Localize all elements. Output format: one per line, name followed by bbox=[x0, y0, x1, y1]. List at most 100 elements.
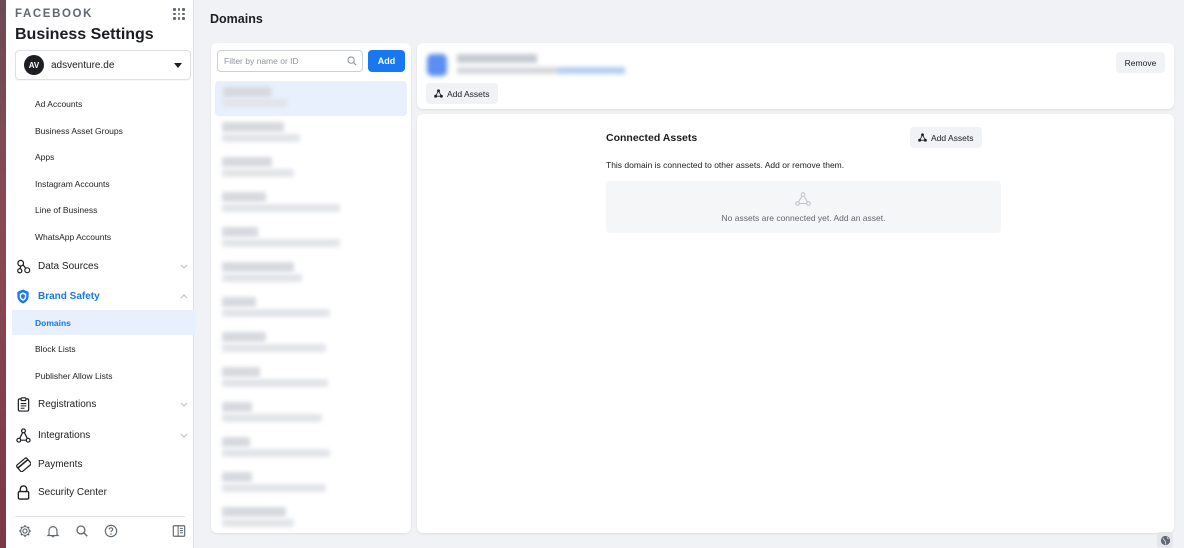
bell-icon[interactable] bbox=[45, 523, 61, 539]
redacted-text bbox=[222, 402, 252, 412]
globe-icon[interactable] bbox=[1157, 532, 1173, 548]
sidebar-item-apps[interactable]: Apps bbox=[35, 152, 54, 162]
caret-down-icon bbox=[174, 62, 182, 68]
page-title: Domains bbox=[210, 12, 263, 26]
list-item[interactable] bbox=[211, 396, 411, 431]
facebook-wordmark: FACEBOOK bbox=[15, 8, 93, 20]
sidebar-item-publisher-allow-lists[interactable]: Publisher Allow Lists bbox=[35, 371, 112, 381]
assets-icon bbox=[918, 133, 927, 142]
domain-logo bbox=[427, 54, 447, 76]
panel-toggle-icon[interactable] bbox=[171, 523, 187, 539]
redacted-text bbox=[222, 297, 256, 307]
clipboard-icon bbox=[15, 396, 31, 412]
redacted-text bbox=[222, 367, 260, 377]
app-grid-icon[interactable] bbox=[173, 8, 185, 20]
sidebar-item-security-center[interactable]: Security Center bbox=[15, 482, 189, 502]
sidebar-label-registrations: Registrations bbox=[38, 398, 97, 410]
redacted-text bbox=[222, 262, 294, 272]
connected-assets-description: This domain is connected to other assets… bbox=[606, 160, 845, 170]
account-avatar: AV bbox=[24, 55, 44, 75]
list-item[interactable] bbox=[211, 256, 411, 291]
redacted-text bbox=[222, 134, 300, 142]
sidebar-item-domains[interactable]: Domains bbox=[35, 318, 71, 328]
shield-icon bbox=[15, 288, 31, 304]
sidebar-label-data-sources: Data Sources bbox=[38, 260, 99, 272]
sidebar-label-security-center: Security Center bbox=[38, 486, 107, 498]
sidebar-label-payments: Payments bbox=[38, 458, 83, 470]
redacted-text bbox=[222, 472, 252, 482]
sidebar-divider bbox=[15, 516, 185, 517]
connected-assets-card: Connected Assets Add Assets This domain … bbox=[417, 114, 1174, 533]
redacted-text bbox=[222, 449, 330, 457]
chevron-down-icon bbox=[179, 261, 189, 271]
chevron-down-icon bbox=[179, 399, 189, 409]
add-domain-button[interactable]: Add bbox=[368, 50, 405, 72]
sidebar-label-brand-safety: Brand Safety bbox=[38, 290, 100, 302]
business-settings-title: Business Settings bbox=[15, 26, 154, 43]
connected-add-assets-label: Add Assets bbox=[931, 132, 974, 143]
brand-row: FACEBOOK bbox=[15, 6, 185, 22]
list-item[interactable] bbox=[211, 361, 411, 396]
chevron-up-icon bbox=[179, 291, 189, 301]
redacted-domain-name bbox=[457, 54, 537, 63]
list-item[interactable] bbox=[211, 291, 411, 326]
sidebar-item-whatsapp-accounts[interactable]: WhatsApp Accounts bbox=[35, 232, 111, 242]
empty-state: No assets are connected yet. Add an asse… bbox=[606, 181, 1001, 233]
list-item[interactable] bbox=[211, 221, 411, 256]
sidebar-item-line-of-business[interactable]: Line of Business bbox=[35, 205, 97, 215]
remove-button[interactable]: Remove bbox=[1116, 52, 1165, 73]
sidebar: FACEBOOK Business Settings AV adsventure… bbox=[6, 0, 195, 548]
redacted-text bbox=[222, 169, 294, 177]
redacted-text bbox=[222, 519, 294, 527]
list-item[interactable] bbox=[211, 431, 411, 466]
sidebar-item-data-sources[interactable]: Data Sources bbox=[15, 256, 189, 276]
help-icon[interactable] bbox=[103, 523, 119, 539]
domain-detail-header: Remove Add Assets bbox=[417, 43, 1174, 109]
search-icon[interactable] bbox=[74, 523, 90, 539]
redacted-text bbox=[222, 309, 330, 317]
chevron-down-icon bbox=[179, 430, 189, 440]
redacted-text bbox=[222, 239, 340, 247]
domain-list bbox=[211, 81, 411, 533]
integrations-icon bbox=[15, 427, 31, 443]
redacted-text bbox=[222, 379, 328, 387]
list-item[interactable] bbox=[215, 81, 407, 116]
account-selector[interactable]: AV adsventure.de bbox=[15, 50, 191, 80]
sidebar-item-instagram-accounts[interactable]: Instagram Accounts bbox=[35, 179, 110, 189]
data-sources-icon bbox=[15, 258, 31, 274]
connected-add-assets-button[interactable]: Add Assets bbox=[910, 127, 982, 148]
sidebar-item-business-asset-groups[interactable]: Business Asset Groups bbox=[35, 126, 123, 136]
list-item[interactable] bbox=[211, 501, 411, 533]
sidebar-item-payments[interactable]: Payments bbox=[15, 454, 189, 474]
assets-icon bbox=[434, 89, 443, 98]
list-item[interactable] bbox=[211, 326, 411, 361]
redacted-text bbox=[222, 414, 322, 422]
assets-icon bbox=[795, 192, 811, 206]
search-icon bbox=[347, 56, 357, 66]
redacted-text bbox=[222, 484, 326, 492]
lock-icon bbox=[15, 484, 31, 500]
add-assets-button[interactable]: Add Assets bbox=[426, 83, 498, 104]
list-item[interactable] bbox=[211, 151, 411, 186]
domain-list-panel: Add bbox=[211, 43, 411, 533]
redacted-text bbox=[222, 344, 326, 352]
list-item[interactable] bbox=[211, 466, 411, 501]
filter-input[interactable] bbox=[217, 50, 363, 72]
redacted-text bbox=[222, 192, 266, 202]
sidebar-item-block-lists[interactable]: Block Lists bbox=[35, 344, 76, 354]
redacted-text bbox=[222, 227, 258, 237]
connected-assets-title: Connected Assets bbox=[606, 132, 698, 144]
redacted-text bbox=[222, 507, 286, 517]
redacted-text bbox=[222, 157, 272, 167]
add-assets-label: Add Assets bbox=[447, 88, 490, 99]
redacted-text bbox=[223, 87, 271, 97]
redacted-text bbox=[222, 437, 250, 447]
redacted-text bbox=[222, 332, 266, 342]
sidebar-item-brand-safety[interactable]: Brand Safety bbox=[15, 286, 189, 306]
gear-icon[interactable] bbox=[17, 523, 33, 539]
sidebar-item-registrations[interactable]: Registrations bbox=[15, 394, 189, 414]
list-item[interactable] bbox=[211, 116, 411, 151]
list-item[interactable] bbox=[211, 186, 411, 221]
sidebar-item-ad-accounts[interactable]: Ad Accounts bbox=[35, 99, 82, 109]
sidebar-item-integrations[interactable]: Integrations bbox=[15, 425, 189, 445]
